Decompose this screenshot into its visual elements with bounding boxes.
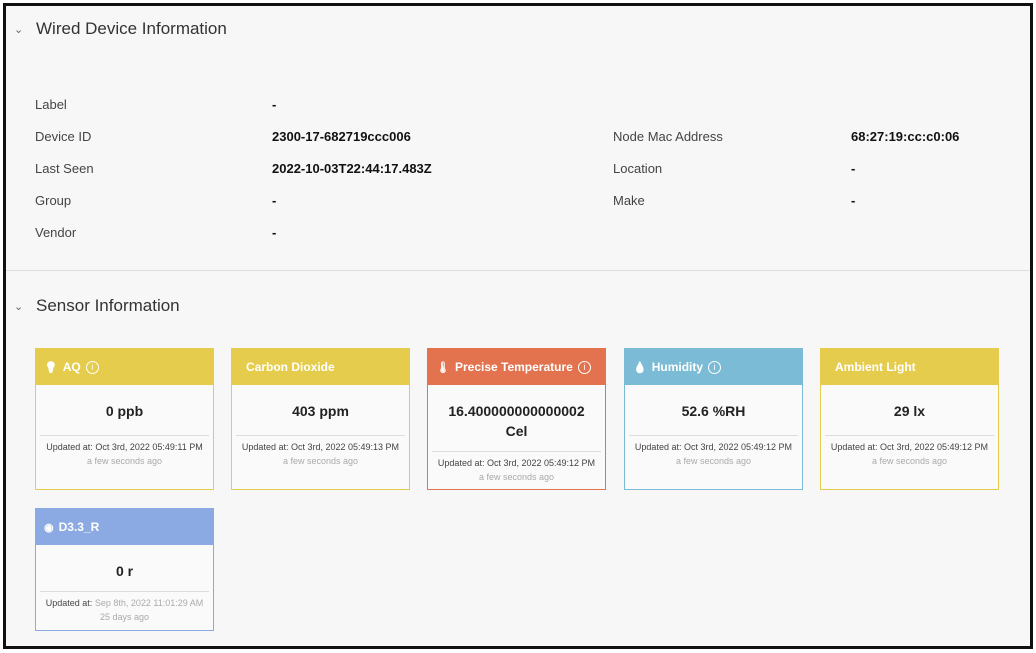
field-value: - [851,161,856,176]
chevron-down-icon: ⌄ [14,23,24,36]
sensor-name: Humidity [651,360,704,374]
sensor-card[interactable]: Ambient Light 29 lx Updated at: Oct 3rd,… [820,348,999,490]
relative-time: a few seconds ago [478,472,555,482]
sensor-name: D3.3_R [58,520,100,534]
sensor-card-header: ◉ D3.3_R [36,509,213,545]
field-value: - [272,225,277,240]
sensor-card-header: 💧 Humidity i [625,349,802,385]
field-value: - [851,193,856,208]
wired-section-toggle[interactable]: ⌄ Wired Device Information [14,19,227,39]
sensor-card[interactable]: ◉ D3.3_R 0 r Updated at: Sep 8th, 2022 1… [35,508,214,631]
sensor-card-header: Carbon Dioxide [232,349,409,385]
updated-time: Sep 8th, 2022 11:01:29 AM [94,598,204,608]
chevron-down-icon: ⌄ [14,300,24,313]
info-icon[interactable]: i [85,360,99,374]
card-divider [40,591,209,592]
field-label: Node Mac Address [613,129,723,144]
updated-prefix: Updated at: [46,442,93,452]
bulb-icon: 💡 [44,361,58,374]
updated-at: Updated at: Sep 8th, 2022 11:01:29 AM [36,598,213,608]
sensor-icon: ◉ [44,521,54,534]
updated-at: Updated at: Oct 3rd, 2022 05:49:12 PM [625,442,802,452]
card-divider [236,435,405,436]
card-divider [825,435,994,436]
sensor-card[interactable]: 💧 Humidity i 52.6 %RH Updated at: Oct 3r… [624,348,803,490]
device-panel: ⌄ Wired Device Information Label - Devic… [3,3,1033,649]
field-label: Make [613,193,645,208]
sensor-value: 16.400000000000002 Cel [448,403,585,439]
field-value: 68:27:19:cc:c0:06 [851,129,960,144]
field-value: 2300-17-682719ccc006 [272,129,411,144]
sensor-card-header: Ambient Light [821,349,998,385]
field-label: Label [35,97,67,112]
field-label: Group [35,193,72,208]
droplet-icon: 💧 [633,361,647,374]
sensor-card[interactable]: 🌡 Precise Temperature i 16.4000000000000… [427,348,606,490]
relative-time: a few seconds ago [871,456,948,466]
sensor-name: Precise Temperature [454,360,573,374]
updated-time: Oct 3rd, 2022 05:49:13 PM [290,442,400,452]
updated-time: Oct 3rd, 2022 05:49:11 PM [95,442,203,452]
section-divider [6,270,1030,271]
section-title: Sensor Information [36,296,180,315]
field-label: Last Seen [35,161,94,176]
updated-time: Oct 3rd, 2022 05:49:12 PM [683,442,793,452]
thermometer-icon: 🌡 [436,361,450,374]
sensor-card[interactable]: 💡 AQ i 0 ppb Updated at: Oct 3rd, 2022 0… [35,348,214,490]
updated-time: Oct 3rd, 2022 05:49:12 PM [879,442,989,452]
updated-at: Updated at: Oct 3rd, 2022 05:49:12 PM [821,442,998,452]
sensor-card-header: 🌡 Precise Temperature i [428,349,605,385]
sensor-card[interactable]: Carbon Dioxide 403 ppm Updated at: Oct 3… [231,348,410,490]
field-label: Device ID [35,129,92,144]
sensor-name: Carbon Dioxide [246,360,335,374]
updated-prefix: Updated at: [437,458,485,468]
sensor-value: 0 ppb [105,403,144,419]
card-divider [629,435,798,436]
sensor-name: Ambient Light [835,360,916,374]
section-title: Wired Device Information [36,19,227,38]
sensor-value: 29 lx [893,403,926,419]
updated-at: Updated at: Oct 3rd, 2022 05:49:13 PM [232,442,409,452]
sensor-name: AQ [62,360,81,374]
sensor-card-header: 💡 AQ i [36,349,213,385]
sensor-value: 403 ppm [292,403,349,419]
updated-prefix: Updated at: [830,442,878,452]
relative-time: a few seconds ago [675,456,752,466]
field-value: 2022-10-03T22:44:17.483Z [272,161,432,176]
updated-prefix: Updated at: [634,442,682,452]
updated-at: Updated at: Oct 3rd, 2022 05:49:11 PM [36,442,213,452]
sensor-value: 0 r [115,563,134,579]
updated-prefix: Updated at: [45,598,93,608]
sensor-section-toggle[interactable]: ⌄ Sensor Information [14,296,180,316]
relative-time: a few seconds ago [86,456,163,466]
field-label: Vendor [35,225,77,240]
card-divider [432,451,601,452]
field-label: Location [613,161,663,176]
info-icon[interactable]: i [708,360,722,374]
card-divider [40,435,209,436]
updated-at: Updated at: Oct 3rd, 2022 05:49:12 PM [428,458,605,468]
updated-prefix: Updated at: [241,442,289,452]
updated-time: Oct 3rd, 2022 05:49:12 PM [486,458,596,468]
info-icon[interactable]: i [577,360,591,374]
relative-time: 25 days ago [99,612,150,622]
sensor-value: 52.6 %RH [681,403,746,419]
field-value: - [272,97,277,112]
relative-time: a few seconds ago [282,456,359,466]
field-value: - [272,193,277,208]
